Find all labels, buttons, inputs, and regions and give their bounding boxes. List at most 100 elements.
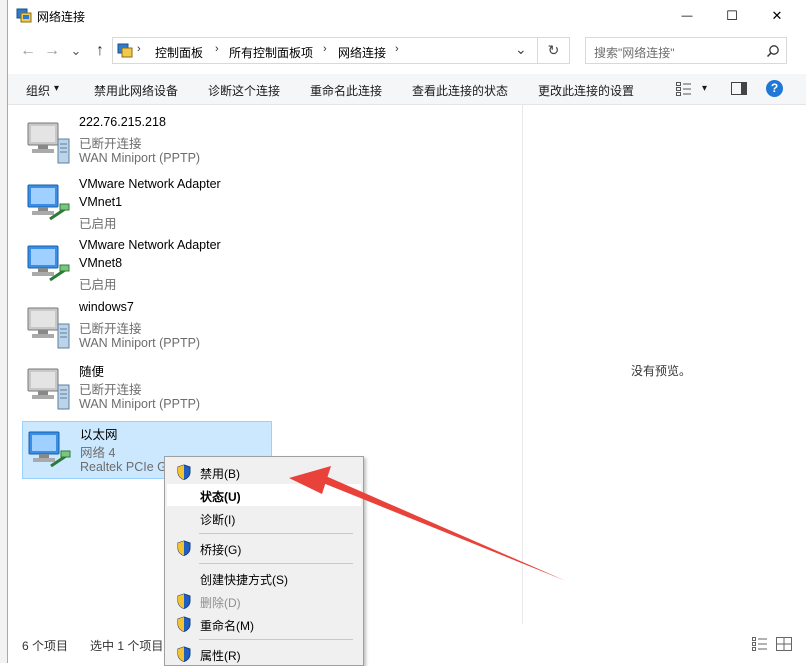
wan-connection-icon [27, 368, 70, 410]
refresh-button[interactable]: ↻ [538, 37, 570, 64]
view-dropdown-icon[interactable]: ▾ [702, 83, 707, 94]
connection-name: 222.76.215.218 [79, 115, 166, 129]
menu-separator [199, 563, 353, 564]
connection-name: VMware Network Adapter [79, 238, 221, 252]
forward-button[interactable]: → [42, 39, 62, 63]
menu-item-diagnose[interactable]: 诊断(I) [167, 507, 361, 529]
search-input[interactable]: 搜索"网络连接" [585, 37, 787, 64]
wan-connection-icon [27, 122, 70, 164]
breadcrumb-separator: › [215, 43, 219, 55]
status-selected-count: 选中 1 个项目 [90, 639, 164, 653]
connection-device: WAN Miniport (PPTP) [79, 336, 201, 350]
view-options-icon[interactable] [676, 82, 692, 96]
menu-item-label: 删除(D) [200, 596, 241, 610]
connection-status: 网络 4 [80, 446, 116, 460]
connection-status: 已断开连接 [79, 322, 142, 336]
menu-item-disable[interactable]: 禁用(B) [167, 461, 361, 483]
menu-item-label: 桥接(G) [200, 543, 242, 557]
preview-pane-message: 没有预览。 [631, 364, 692, 378]
menu-item-label: 属性(R) [200, 649, 241, 663]
large-icons-view-icon[interactable] [776, 637, 792, 651]
menu-item-label: 创建快捷方式(S) [200, 573, 288, 587]
forward-arrow-icon: → [44, 42, 60, 59]
menu-item-status[interactable]: 状态(U) [167, 484, 361, 506]
connection-item[interactable]: VMware Network Adapter VMnet8 已启用 [22, 236, 272, 294]
menu-item-delete: 删除(D) [167, 590, 361, 612]
change-settings-button[interactable]: 更改此连接的设置 [538, 82, 634, 99]
connection-item[interactable]: windows7 已断开连接 WAN Miniport (PPTP) [22, 298, 272, 356]
search-placeholder: 搜索"网络连接" [594, 46, 675, 60]
connection-name: VMware Network Adapter [79, 177, 221, 191]
menu-item-rename[interactable]: 重命名(M) [167, 613, 361, 635]
refresh-icon: ↻ [547, 42, 560, 58]
organize-menu[interactable]: 组织 [26, 82, 50, 99]
breadcrumb-control-panel[interactable]: 控制面板 [155, 44, 203, 61]
close-button[interactable]: ✕ [754, 0, 800, 31]
control-panel-icon [117, 43, 133, 58]
up-button[interactable]: ↑ [90, 39, 110, 63]
menu-separator [199, 533, 353, 534]
search-icon [766, 45, 779, 58]
breadcrumb-network-connections[interactable]: 网络连接 [338, 44, 386, 61]
connection-device: 已启用 [79, 278, 117, 292]
connection-status: VMnet8 [79, 256, 123, 270]
organize-dropdown-icon[interactable]: ▾ [54, 83, 59, 94]
wan-connection-icon [27, 307, 70, 349]
ethernet-adapter-icon [27, 184, 70, 221]
connection-name: 随便 [79, 365, 105, 379]
connection-item[interactable]: 随便已断开连接 WAN Miniport (PPTP) [22, 359, 272, 417]
connection-status: VMnet1 [79, 195, 123, 209]
address-bar[interactable]: › 控制面板 › 所有控制面板项 › 网络连接 › ⌄ [112, 37, 538, 64]
connection-device: WAN Miniport (PPTP) [79, 397, 201, 411]
menu-item-create-shortcut[interactable]: 创建快捷方式(S) [167, 567, 361, 589]
context-menu: 禁用(B) 状态(U) 诊断(I) 桥接(G) 创建快捷方式(S) 删除(D) 重命名(M)… [164, 456, 364, 666]
menu-item-label: 诊断(I) [200, 513, 236, 527]
diagnose-connection-button[interactable]: 诊断这个连接 [208, 82, 280, 99]
connection-name: 以太网 [80, 428, 118, 442]
back-button[interactable]: ← [18, 39, 38, 63]
menu-item-properties[interactable]: 属性(R) [167, 643, 361, 665]
connection-item[interactable]: 222.76.215.218 已断开连接 WAN Miniport (PPTP) [22, 113, 272, 171]
breadcrumb-separator: › [395, 43, 399, 55]
network-connections-app-icon [16, 8, 32, 23]
maximize-button[interactable]: ☐ [709, 0, 755, 31]
connection-name: windows7 [79, 300, 134, 314]
uac-shield-icon [177, 464, 191, 480]
breadcrumb-separator: › [323, 43, 327, 55]
status-item-count: 6 个项目 [22, 639, 69, 653]
title-bar: 网络连接 — ☐ ✕ [7, 0, 806, 32]
background-window-edge [0, 0, 7, 663]
minimize-button[interactable]: — [664, 0, 710, 31]
ethernet-adapter-icon [27, 245, 70, 282]
menu-item-label: 重命名(M) [200, 619, 254, 633]
uac-shield-icon [177, 646, 191, 662]
connection-device: WAN Miniport (PPTP) [79, 151, 201, 165]
preview-pane-icon[interactable] [731, 82, 747, 96]
command-bar: 组织 ▾ 禁用此网络设备 诊断这个连接 重命名此连接 查看此连接的状态 更改此连… [8, 74, 806, 105]
rename-connection-button[interactable]: 重命名此连接 [310, 82, 382, 99]
details-view-icon[interactable] [752, 637, 768, 651]
connection-status: 已断开连接 [79, 383, 142, 397]
connection-item[interactable]: VMware Network Adapter VMnet1 已启用 [22, 175, 272, 233]
address-dropdown-icon[interactable]: ⌄ [515, 41, 527, 58]
menu-item-label: 状态(U) [200, 490, 241, 504]
chevron-down-icon: ⌄ [70, 43, 82, 58]
menu-item-label: 禁用(B) [200, 467, 240, 481]
recent-locations-button[interactable]: ⌄ [66, 39, 86, 63]
disable-device-button[interactable]: 禁用此网络设备 [94, 82, 178, 99]
up-arrow-icon: ↑ [96, 42, 104, 59]
breadcrumb-separator: › [137, 43, 141, 55]
view-status-button[interactable]: 查看此连接的状态 [412, 82, 508, 99]
preview-pane-divider [522, 104, 523, 624]
connection-device: 已启用 [79, 217, 117, 231]
uac-shield-icon [177, 540, 191, 556]
ethernet-adapter-icon [28, 431, 71, 468]
breadcrumb-all-items[interactable]: 所有控制面板项 [229, 44, 313, 61]
window-title: 网络连接 [37, 10, 86, 24]
menu-separator [199, 639, 353, 640]
help-button[interactable]: ? [766, 80, 783, 97]
connection-status: 已断开连接 [79, 137, 142, 151]
menu-item-bridge[interactable]: 桥接(G) [167, 537, 361, 559]
back-arrow-icon: ← [20, 42, 36, 59]
help-icon: ? [770, 81, 779, 95]
